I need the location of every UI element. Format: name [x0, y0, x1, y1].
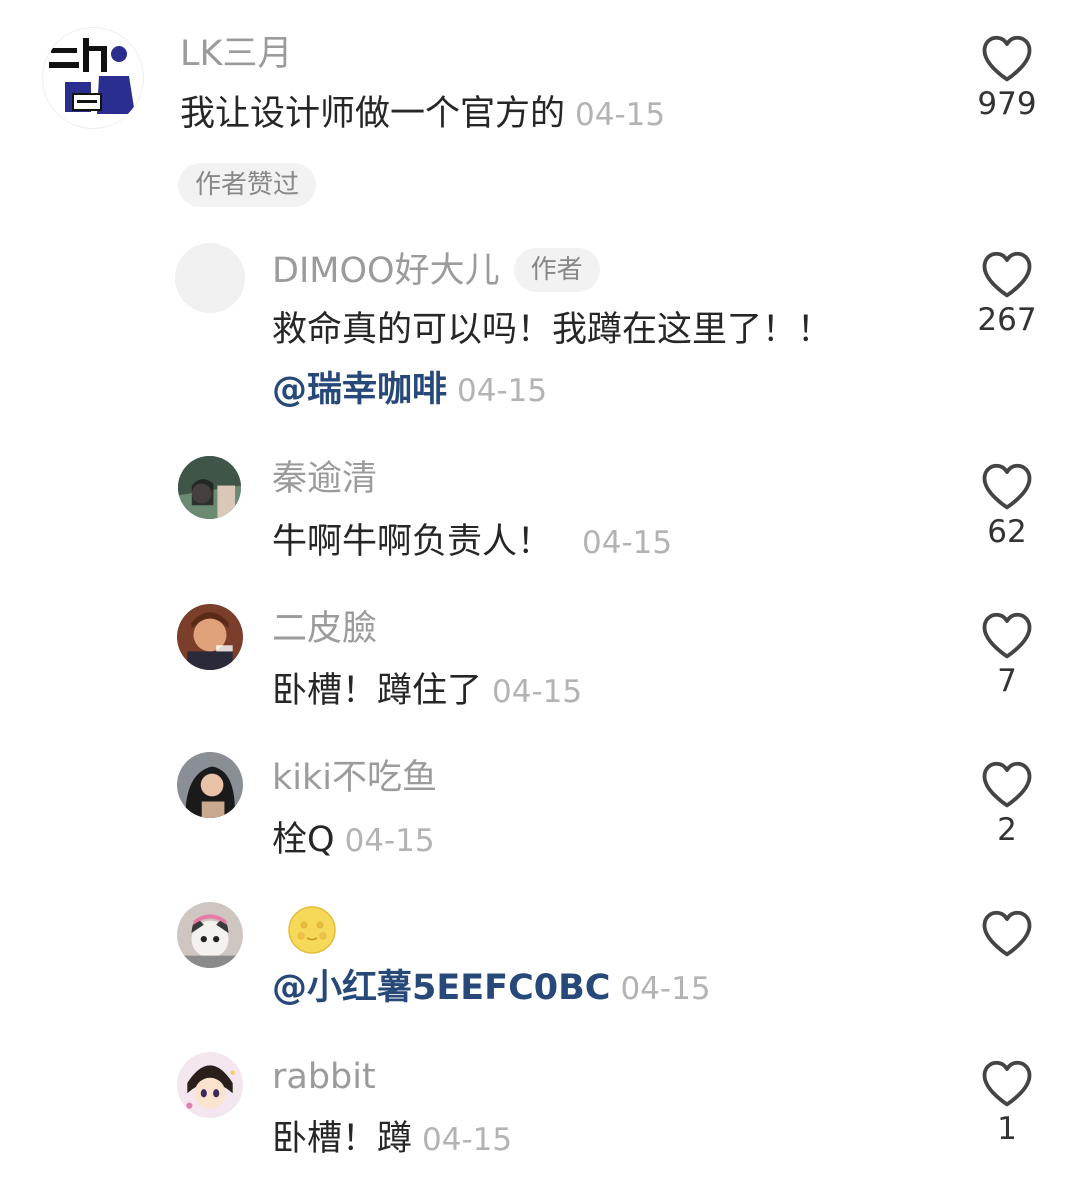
mention-line: @瑞幸咖啡 04-15 — [272, 373, 547, 408]
username-text: DIMOO好大儿 — [272, 251, 500, 291]
comment-text-line: 卧槽！蹲住了 04-15 — [272, 674, 582, 709]
heart-outline-icon — [982, 251, 1032, 298]
username[interactable]: DIMOO好大儿 作者 — [272, 248, 600, 296]
heart-outline-icon — [982, 35, 1032, 82]
like-count: 979 — [977, 86, 1037, 122]
like-count: 62 — [987, 514, 1027, 550]
mention-link[interactable]: @小红薯5EEFC0BC — [272, 968, 610, 1008]
comment-text: 我让设计师做一个官方的 — [180, 94, 566, 134]
comment-date: 04-15 — [457, 373, 548, 409]
author-liked-badge: 作者赞过 — [178, 163, 317, 207]
comment-date: 04-15 — [620, 971, 711, 1007]
comment-text-line: 栓Q 04-15 — [272, 823, 435, 858]
comment-text: 救命真的可以吗！我蹲在这里了！！ — [272, 310, 833, 350]
comment-text: 牛啊牛啊负责人！ — [272, 522, 553, 562]
avatar[interactable] — [177, 902, 243, 968]
avatar[interactable] — [177, 1052, 243, 1118]
like-button[interactable]: 1 — [970, 1058, 1044, 1145]
like-button[interactable]: 62 — [970, 461, 1044, 548]
author-tag: 作者 — [513, 248, 600, 292]
comment-text-line: 牛啊牛啊负责人！ 04-15 — [272, 525, 672, 560]
avatar[interactable] — [177, 604, 243, 670]
avatar[interactable] — [175, 243, 245, 313]
avatar[interactable] — [177, 752, 243, 818]
mention-line: @小红薯5EEFC0BC 04-15 — [272, 971, 711, 1006]
mention-link[interactable]: @瑞幸咖啡 — [272, 370, 447, 410]
comment-date: 04-15 — [582, 525, 673, 561]
comment-text-line: 我让设计师做一个官方的 04-15 — [180, 97, 665, 132]
like-count: 267 — [977, 302, 1037, 338]
comment-text: 卧槽！蹲 — [272, 1119, 413, 1159]
username[interactable]: LK三月 — [180, 37, 292, 72]
comment-text: 卧槽！蹲住了 — [272, 671, 483, 711]
like-button[interactable]: 979 — [970, 33, 1044, 120]
like-button[interactable]: 7 — [970, 610, 1044, 697]
heart-outline-icon — [982, 910, 1032, 957]
like-count: 7 — [997, 663, 1017, 699]
comment-date: 04-15 — [492, 674, 583, 710]
comment-text: 栓Q — [272, 820, 335, 860]
like-button[interactable] — [970, 908, 1044, 964]
like-count: 2 — [997, 812, 1017, 848]
comment-text-line: 卧槽！蹲 04-15 — [272, 1122, 512, 1157]
like-button[interactable]: 267 — [970, 249, 1044, 336]
username[interactable]: 秦逾清 — [272, 462, 377, 497]
comment-date: 04-15 — [575, 97, 666, 133]
heart-outline-icon — [982, 1060, 1032, 1107]
comment-date: 04-15 — [422, 1122, 513, 1158]
avatar[interactable] — [178, 456, 241, 519]
username[interactable]: kiki不吃鱼 — [272, 761, 437, 796]
moon-face-emoji — [287, 905, 337, 955]
comment-date: 04-15 — [344, 823, 435, 859]
heart-outline-icon — [982, 761, 1032, 808]
heart-outline-icon — [982, 612, 1032, 659]
like-count: 1 — [997, 1111, 1017, 1147]
username[interactable]: rabbit — [272, 1060, 376, 1095]
heart-outline-icon — [982, 463, 1032, 510]
username[interactable]: 二皮臉 — [272, 612, 377, 647]
like-button[interactable]: 2 — [970, 759, 1044, 846]
avatar[interactable] — [42, 27, 144, 129]
